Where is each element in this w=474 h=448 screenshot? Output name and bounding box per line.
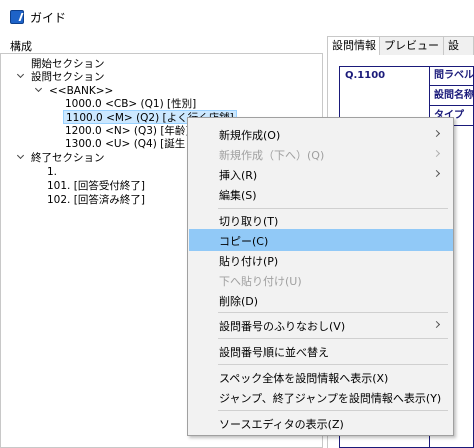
menu-item-label: スペック全体を設問情報へ表示(X): [219, 372, 389, 385]
menu-item-copy[interactable]: コピー(C): [189, 229, 453, 251]
structure-tab-row: 構成: [0, 36, 323, 54]
tree-item-label: <<BANK>>: [49, 85, 114, 97]
tab-question[interactable]: 設問: [443, 36, 474, 56]
expand-chevron-icon[interactable]: [17, 72, 25, 80]
menu-item-label: 編集(S): [219, 189, 257, 202]
menu-item-label: 貼り付け(P): [219, 255, 279, 268]
menu-item-label: 切り取り(T): [219, 215, 279, 228]
tab-structure[interactable]: 構成: [10, 38, 32, 54]
expand-chevron-icon[interactable]: [17, 153, 25, 161]
menu-separator: [218, 364, 448, 365]
title-bar: ガイド: [0, 0, 474, 32]
right-tab-bar: 設問情報 プレビュー 設問: [327, 36, 474, 57]
prop-question-label: 問ラベル: [430, 66, 474, 86]
menu-item-label: 新規作成（下へ）(Q): [219, 149, 325, 162]
tree-item-end-101[interactable]: 101. [回答受付終了]: [47, 179, 145, 193]
submenu-arrow-icon: [432, 129, 441, 138]
menu-item-show-jumps[interactable]: ジャンプ、終了ジャンプを設問情報へ表示(Y): [189, 386, 453, 408]
tree-item-question-section[interactable]: 設問セクション: [17, 70, 105, 84]
menu-separator: [218, 338, 448, 339]
menu-item-new[interactable]: 新規作成(O): [189, 123, 453, 145]
tab-preview[interactable]: プレビュー: [379, 36, 444, 56]
tree-item-q1[interactable]: 1000.0 <CB> (Q1) [性別]: [65, 97, 196, 111]
menu-item-cut[interactable]: 切り取り(T): [189, 209, 453, 231]
tree-item-end-section[interactable]: 終了セクション: [17, 151, 105, 165]
menu-item-show-spec[interactable]: スペック全体を設問情報へ表示(X): [189, 366, 453, 388]
menu-item-delete[interactable]: 削除(D): [189, 289, 453, 311]
window-title: ガイド: [30, 11, 67, 25]
menu-item-sort-by-number[interactable]: 設問番号順に並べ替え: [189, 340, 453, 362]
question-number: Q.1100: [345, 70, 386, 81]
menu-item-label: 新規作成(O): [219, 129, 281, 142]
menu-separator: [218, 410, 448, 411]
menu-item-paste-below[interactable]: 下へ貼り付け(U): [189, 269, 453, 291]
menu-item-label: 設問番号順に並べ替え: [219, 346, 329, 359]
menu-item-label: コピー(C): [219, 235, 269, 248]
tree-item-bank[interactable]: <<BANK>>: [35, 84, 113, 98]
menu-item-insert[interactable]: 挿入(R): [189, 163, 453, 185]
menu-item-edit[interactable]: 編集(S): [189, 183, 453, 205]
menu-item-label: ジャンプ、終了ジャンプを設問情報へ表示(Y): [219, 392, 442, 405]
submenu-arrow-icon: [432, 320, 441, 329]
tree-item-q3[interactable]: 1200.0 <N> (Q3) [年齢]: [65, 124, 190, 138]
menu-separator: [218, 312, 448, 313]
prop-question-name: 設問名称: [430, 86, 474, 106]
app-icon: [10, 10, 24, 24]
menu-item-label: 設問番号のふりなおし(V): [219, 320, 346, 333]
context-menu: 新規作成(O) 新規作成（下へ）(Q) 挿入(R) 編集(S) 切り取り(T) …: [187, 117, 454, 436]
menu-item-renumber[interactable]: 設問番号のふりなおし(V): [189, 314, 453, 336]
menu-item-label: 削除(D): [219, 295, 259, 308]
menu-item-label: 下へ貼り付け(U): [219, 275, 302, 288]
submenu-arrow-icon: [432, 169, 441, 178]
menu-item-label: 挿入(R): [219, 169, 258, 182]
tree-item-label: 終了セクション: [31, 152, 105, 164]
menu-item-label: ソースエディタの表示(Z): [219, 418, 344, 431]
menu-item-paste[interactable]: 貼り付け(P): [189, 249, 453, 271]
tree-item-start-section[interactable]: 開始セクション: [31, 57, 105, 71]
tree-item-end-102[interactable]: 102. [回答済み終了]: [47, 193, 145, 207]
menu-item-new-below[interactable]: 新規作成（下へ）(Q): [189, 143, 453, 165]
tree-item-q4[interactable]: 1300.0 <U> (Q4) [誕生日: [65, 137, 196, 151]
tree-item-label: 設問セクション: [31, 71, 105, 83]
menu-item-source-editor[interactable]: ソースエディタの表示(Z): [189, 412, 453, 434]
expand-chevron-icon[interactable]: [35, 86, 43, 94]
tab-question-info[interactable]: 設問情報: [327, 36, 381, 57]
tree-item-end-1[interactable]: 1.: [47, 165, 57, 179]
submenu-arrow-icon: [432, 149, 441, 158]
